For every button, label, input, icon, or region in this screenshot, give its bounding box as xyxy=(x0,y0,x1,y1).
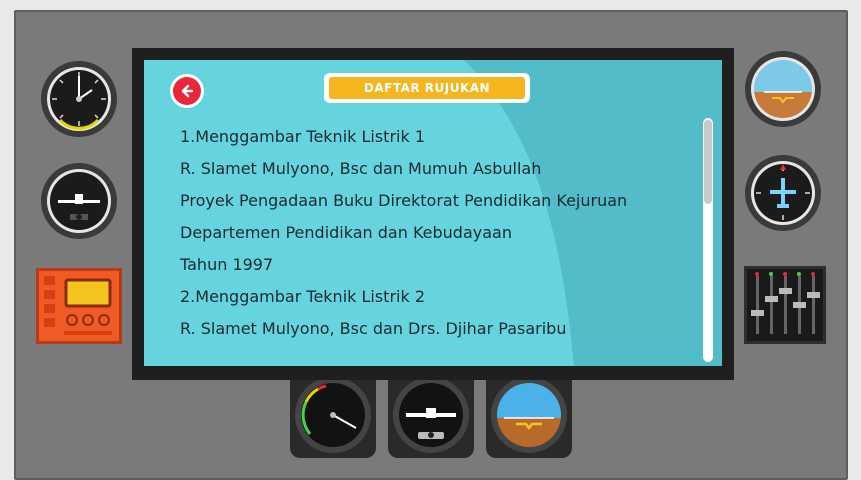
throttle-levers-icon xyxy=(744,266,826,344)
list-item: 1.Menggambar Teknik Listrik 1 xyxy=(180,127,426,146)
attitude-indicator-icon xyxy=(745,51,821,127)
airspeed-indicator-icon xyxy=(290,372,376,458)
list-item: 2.Menggambar Teknik Listrik 2 xyxy=(180,287,426,306)
turn-indicator-icon xyxy=(388,372,474,458)
scrollbar-thumb[interactable] xyxy=(704,120,712,204)
title-badge: DAFTAR RUJUKAN xyxy=(324,73,530,103)
back-arrow-icon xyxy=(173,77,201,105)
attitude-indicator-bottom-icon xyxy=(486,372,572,458)
altimeter-icon xyxy=(41,61,117,137)
back-button[interactable] xyxy=(170,74,204,108)
page-title: DAFTAR RUJUKAN xyxy=(329,77,525,99)
radio-panel-icon xyxy=(36,268,122,344)
display-screen: DAFTAR RUJUKAN 1.Menggambar Teknik Listr… xyxy=(132,48,734,380)
turn-coordinator-icon xyxy=(41,163,117,239)
heading-indicator-icon xyxy=(745,155,821,231)
list-item: R. Slamet Mulyono, Bsc dan Mumuh Asbulla… xyxy=(180,159,542,178)
scrollbar[interactable] xyxy=(703,118,713,362)
reference-panel: DAFTAR RUJUKAN 1.Menggambar Teknik Listr… xyxy=(144,60,722,366)
list-item: Departemen Pendidikan dan Kebudayaan xyxy=(180,223,512,242)
list-item: Proyek Pengadaan Buku Direktorat Pendidi… xyxy=(180,191,628,210)
list-item: R. Slamet Mulyono, Bsc dan Drs. Djihar P… xyxy=(180,319,567,338)
reference-list: 1.Menggambar Teknik Listrik 1 R. Slamet … xyxy=(180,126,700,350)
list-item: Tahun 1997 xyxy=(180,255,274,274)
